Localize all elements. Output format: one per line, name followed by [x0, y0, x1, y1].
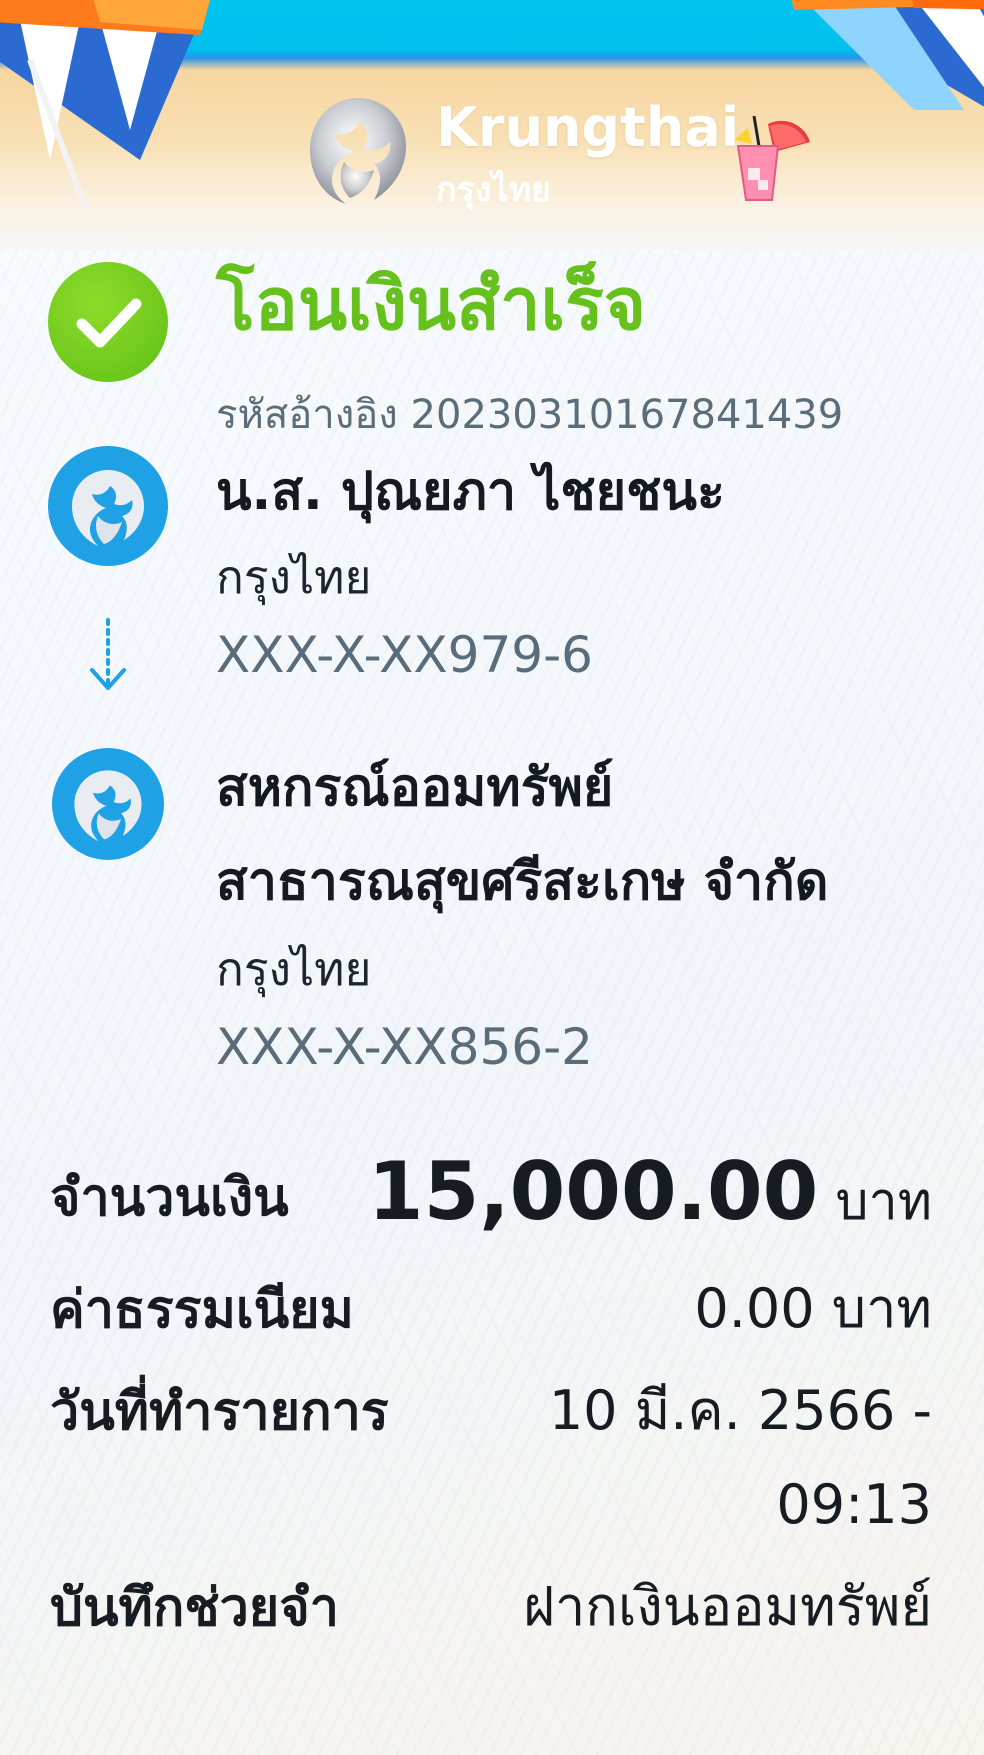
amount-value-row: 15,000.00 บาท: [368, 1152, 932, 1232]
header-banner: Krungthai กรุงไทย: [0, 0, 984, 270]
sender-account-number: XXX-X-XX979-6: [216, 626, 593, 684]
sender-bank-name: กรุงไทย: [216, 550, 372, 604]
krungthai-logo-icon: [310, 98, 406, 204]
krungthai-logo-icon: [74, 770, 142, 842]
amount-unit: บาท: [835, 1172, 932, 1232]
success-check-icon: [48, 262, 168, 382]
receiver-bank-avatar: [52, 748, 164, 860]
date-value-line2: 09:13: [776, 1473, 932, 1536]
reference-number: รหัสอ้างอิง 20230310167841439: [216, 392, 844, 438]
sender-name: น.ส. ปุณยภา ไชยชนะ: [216, 462, 725, 522]
cocktail-glass-icon: [734, 115, 810, 201]
memo-label: บันทึกช่วยจำ: [50, 1578, 339, 1638]
fee-value: 0.00 บาท: [694, 1277, 932, 1340]
receiver-account-number: XXX-X-XX856-2: [216, 1018, 593, 1076]
brand-name-english: Krungthai: [436, 96, 740, 159]
receiver-bank-name: กรุงไทย: [216, 942, 372, 996]
receiver-name-line1: สหกรณ์ออมทรัพย์: [216, 758, 614, 818]
amount-value: 15,000.00: [367, 1145, 819, 1238]
brand-name-thai: กรุงไทย: [436, 170, 551, 210]
receiver-name-line2: สาธารณสุขศรีสะเกษ จำกัด: [216, 852, 829, 912]
beach-umbrella-left-icon: [0, 0, 210, 210]
date-value-line1: 10 มี.ค. 2566 -: [548, 1379, 932, 1442]
sender-bank-avatar: [48, 446, 168, 566]
memo-value: ฝากเงินออมทรัพย์: [523, 1575, 932, 1638]
arrow-down-dotted-icon: [90, 618, 126, 690]
fee-label: ค่าธรรมเนียม: [50, 1280, 354, 1340]
date-label: วันที่ทำรายการ: [50, 1382, 389, 1442]
status-title: โอนเงินสำเร็จ: [216, 262, 646, 346]
krungthai-logo-icon: [72, 470, 144, 546]
amount-label: จำนวนเงิน: [50, 1168, 289, 1228]
